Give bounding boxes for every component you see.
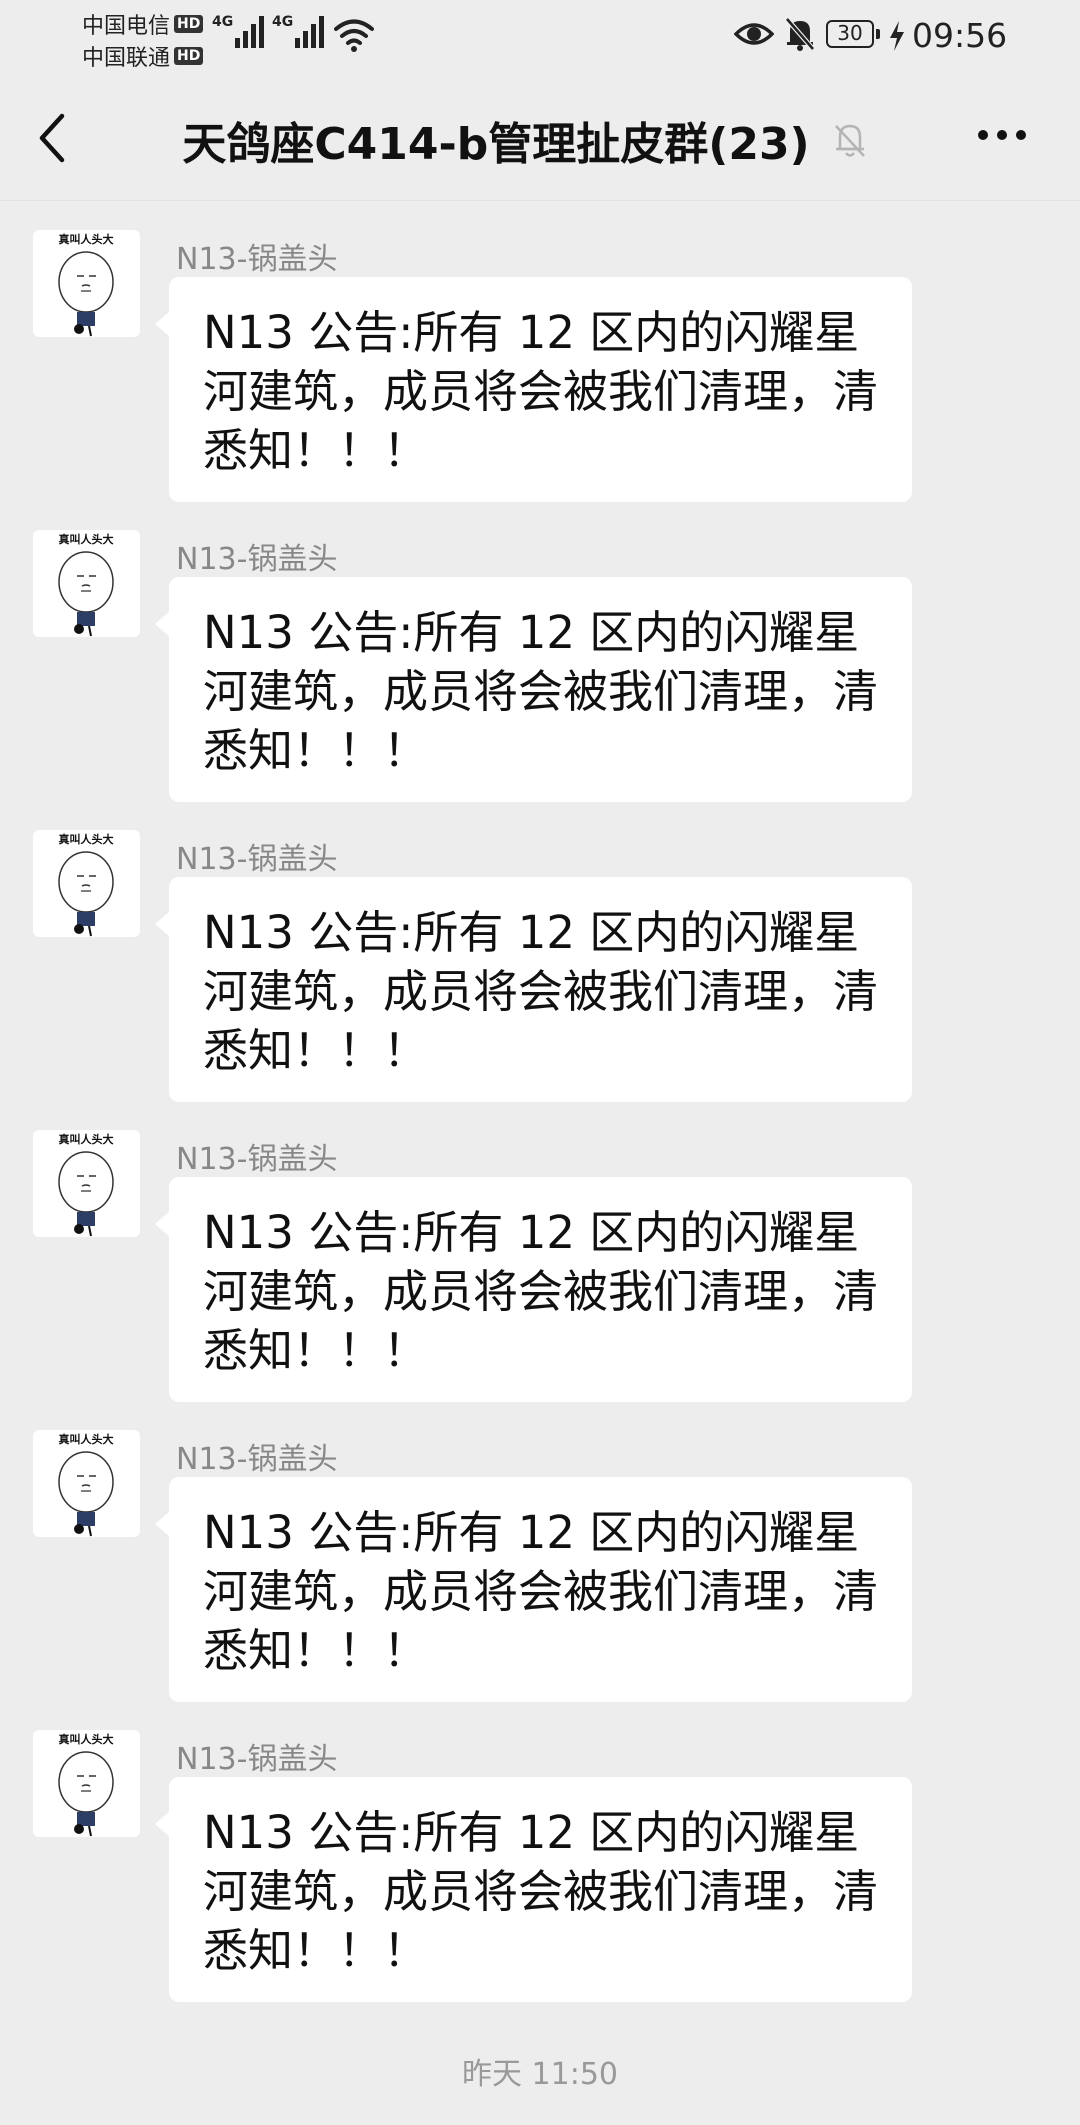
sender-name: N13-锅盖头 <box>176 842 338 877</box>
sender-name: N13-锅盖头 <box>176 542 338 577</box>
notification-off-icon <box>785 17 815 51</box>
message-item: 真叫人头大 N13-锅盖头 N13 公告:所有 12 区内的闪耀星河建筑，成员将… <box>0 200 1080 502</box>
network-type-1: 4G <box>212 14 234 30</box>
sender-name: N13-锅盖头 <box>176 1442 338 1477</box>
avatar-caption: 真叫人头大 <box>59 232 114 246</box>
message-bubble[interactable]: N13 公告:所有 12 区内的闪耀星河建筑，成员将会被我们清理，清悉知！！！ <box>155 577 912 802</box>
battery-indicator: 30 <box>826 20 880 48</box>
message-item: 真叫人头大 N13-锅盖头 N13 公告:所有 12 区内的闪耀星河建筑，成员将… <box>0 1100 1080 1402</box>
avatar-caption: 真叫人头大 <box>59 532 114 546</box>
chat-title-bar: 天鸽座C414-b管理扯皮群(23) <box>0 108 1080 172</box>
charging-bolt-icon <box>890 21 904 51</box>
meme-face-icon: 真叫人头大 <box>58 1432 114 1537</box>
message-item: 真叫人头大 N13-锅盖头 N13 公告:所有 12 区内的闪耀星河建筑，成员将… <box>0 1400 1080 1702</box>
carrier-1: 中国电信 HD <box>82 8 204 40</box>
eye-icon <box>734 23 774 45</box>
avatar[interactable]: 真叫人头大 <box>33 1130 140 1237</box>
sender-name: N13-锅盖头 <box>176 242 338 277</box>
carrier-2-label: 中国联通 <box>82 46 171 71</box>
chat-header: 天鸽座C414-b管理扯皮群(23) <box>0 70 1080 201</box>
meme-face-icon: 真叫人头大 <box>58 1132 114 1237</box>
avatar[interactable]: 真叫人头大 <box>33 1430 140 1537</box>
signal-2-icon: 4G <box>272 14 325 48</box>
avatar[interactable]: 真叫人头大 <box>33 830 140 937</box>
meme-face-icon: 真叫人头大 <box>58 832 114 937</box>
avatar[interactable]: 真叫人头大 <box>33 230 140 337</box>
bell-off-icon <box>834 124 865 157</box>
avatar-caption: 真叫人头大 <box>59 832 114 846</box>
message-timestamp: 昨天 11:50 <box>462 2057 618 2092</box>
sender-name: N13-锅盖头 <box>176 1742 338 1777</box>
message-bubble[interactable]: N13 公告:所有 12 区内的闪耀星河建筑，成员将会被我们清理，清悉知！！！ <box>155 1177 912 1402</box>
avatar[interactable]: 真叫人头大 <box>33 1730 140 1837</box>
carrier-1-label: 中国电信 <box>82 14 171 39</box>
hd-badge-1: HD <box>174 15 204 33</box>
hd-badge-2: HD <box>174 47 204 65</box>
message-item: 真叫人头大 N13-锅盖头 N13 公告:所有 12 区内的闪耀星河建筑，成员将… <box>0 800 1080 1102</box>
message-bubble[interactable]: N13 公告:所有 12 区内的闪耀星河建筑，成员将会被我们清理，清悉知！！！ <box>155 1477 912 1702</box>
carrier-2: 中国联通 HD <box>82 40 204 72</box>
network-type-2: 4G <box>272 14 294 30</box>
avatar-caption: 真叫人头大 <box>59 1732 114 1746</box>
message-item: 真叫人头大 N13-锅盖头 N13 公告:所有 12 区内的闪耀星河建筑，成员将… <box>0 1700 1080 2002</box>
sender-name: N13-锅盖头 <box>176 1142 338 1177</box>
message-bubble[interactable]: N13 公告:所有 12 区内的闪耀星河建筑，成员将会被我们清理，清悉知！！！ <box>155 1777 912 2002</box>
status-bar: 中国电信 HD 中国联通 HD 4G 4G 30 09:56 <box>0 0 1080 72</box>
signal-1-icon: 4G <box>212 14 265 48</box>
message-bubble[interactable]: N13 公告:所有 12 区内的闪耀星河建筑，成员将会被我们清理，清悉知！！！ <box>155 277 912 502</box>
wifi-icon <box>334 19 374 52</box>
avatar[interactable]: 真叫人头大 <box>33 530 140 637</box>
more-horizontal-icon[interactable] <box>976 128 1028 142</box>
status-clock: 09:56 <box>912 16 1008 55</box>
meme-face-icon: 真叫人头大 <box>58 232 114 337</box>
avatar-caption: 真叫人头大 <box>59 1132 114 1146</box>
meme-face-icon: 真叫人头大 <box>58 532 114 637</box>
message-item: 真叫人头大 N13-锅盖头 N13 公告:所有 12 区内的闪耀星河建筑，成员将… <box>0 500 1080 802</box>
meme-face-icon: 真叫人头大 <box>58 1732 114 1837</box>
chat-title: 天鸽座C414-b管理扯皮群(23) <box>182 119 810 170</box>
avatar-caption: 真叫人头大 <box>59 1432 114 1446</box>
message-bubble[interactable]: N13 公告:所有 12 区内的闪耀星河建筑，成员将会被我们清理，清悉知！！！ <box>155 877 912 1102</box>
